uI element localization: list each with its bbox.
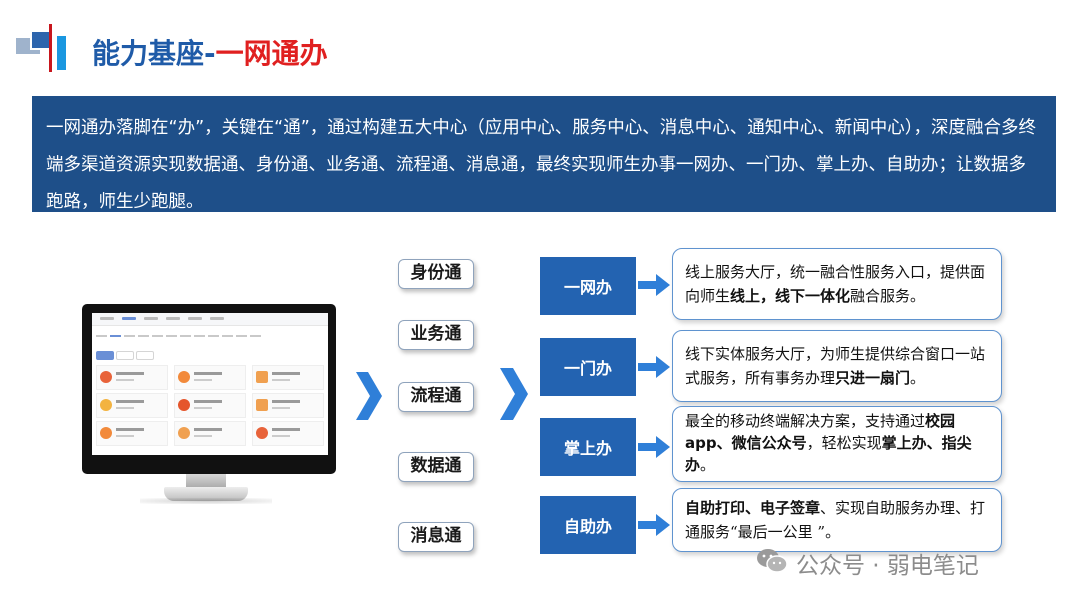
service-mobile: 掌上办	[540, 418, 636, 476]
service-online: 一网办	[540, 257, 636, 315]
monitor-shadow	[140, 498, 272, 504]
service-self-desc: 自助打印、电子签章、实现自助服务办理、打通服务“最后一公里 ”。	[672, 488, 1002, 552]
desc-text: ，轻松实现	[806, 434, 882, 452]
arrow-right-icon	[356, 372, 382, 420]
screen-tab-row	[92, 331, 328, 341]
desc-text-bold: 只进一扇门	[835, 369, 911, 387]
desc-text-bold: 线上，线下一体化	[730, 287, 851, 305]
arrow-right-icon	[638, 434, 670, 460]
desc-text: 。	[700, 456, 716, 474]
screen-card	[252, 393, 324, 418]
arrow-right-icon	[500, 368, 528, 420]
logo-red-bar	[49, 24, 52, 72]
screen-card	[174, 393, 246, 418]
intro-text: 一网通办落脚在“办”，关键在“通”，通过构建五大中心（应用中心、服务中心、消息中…	[46, 118, 1037, 212]
monitor-screen	[92, 313, 328, 455]
desc-text: 最全的移动终端解决方案，支持通过	[685, 412, 926, 430]
desc-text: 。	[910, 369, 926, 387]
screen-card	[96, 365, 168, 390]
screen-card	[252, 421, 324, 446]
screen-card	[252, 365, 324, 390]
page-title: 能力基座-一网通办	[92, 32, 328, 72]
channel-message: 消息通	[398, 522, 474, 552]
wechat-icon	[756, 548, 788, 574]
watermark-text: 公众号 · 弱电笔记	[796, 553, 979, 579]
screen-card	[174, 421, 246, 446]
page-title-main: 能力基座-	[92, 37, 216, 70]
logo-blue-bar	[57, 36, 66, 70]
service-mobile-desc: 最全的移动终端解决方案，支持通过校园app、微信公众号，轻松实现掌上办、指尖办。	[672, 406, 1002, 482]
arrow-right-icon	[638, 354, 670, 380]
arrow-right-icon	[638, 272, 670, 298]
service-online-desc: 线上服务大厅，统一融合性服务入口，提供面向师生线上，线下一体化融合服务。	[672, 248, 1002, 320]
screen-card	[96, 421, 168, 446]
desc-text: 融合服务。	[850, 287, 926, 305]
channel-data: 数据通	[398, 452, 474, 482]
service-self: 自助办	[540, 496, 636, 554]
channel-identity: 身份通	[398, 259, 474, 289]
screen-card	[96, 393, 168, 418]
channel-business: 业务通	[398, 320, 474, 350]
desc-text-bold: 自助打印、电子签章	[685, 499, 821, 517]
page-title-accent: 一网通办	[215, 37, 328, 70]
screen-card	[174, 365, 246, 390]
screen-nav-bar	[92, 313, 328, 326]
intro-text-box: 一网通办落脚在“办”，关键在“通”，通过构建五大中心（应用中心、服务中心、消息中…	[32, 96, 1056, 212]
service-one-door: 一门办	[540, 338, 636, 396]
channel-process: 流程通	[398, 382, 474, 412]
arrow-right-icon	[638, 512, 670, 538]
service-one-door-desc: 线下实体服务大厅，为师生提供综合窗口一站式服务，所有事务办理只进一扇门。	[672, 330, 1002, 402]
monitor-neck	[186, 474, 226, 488]
